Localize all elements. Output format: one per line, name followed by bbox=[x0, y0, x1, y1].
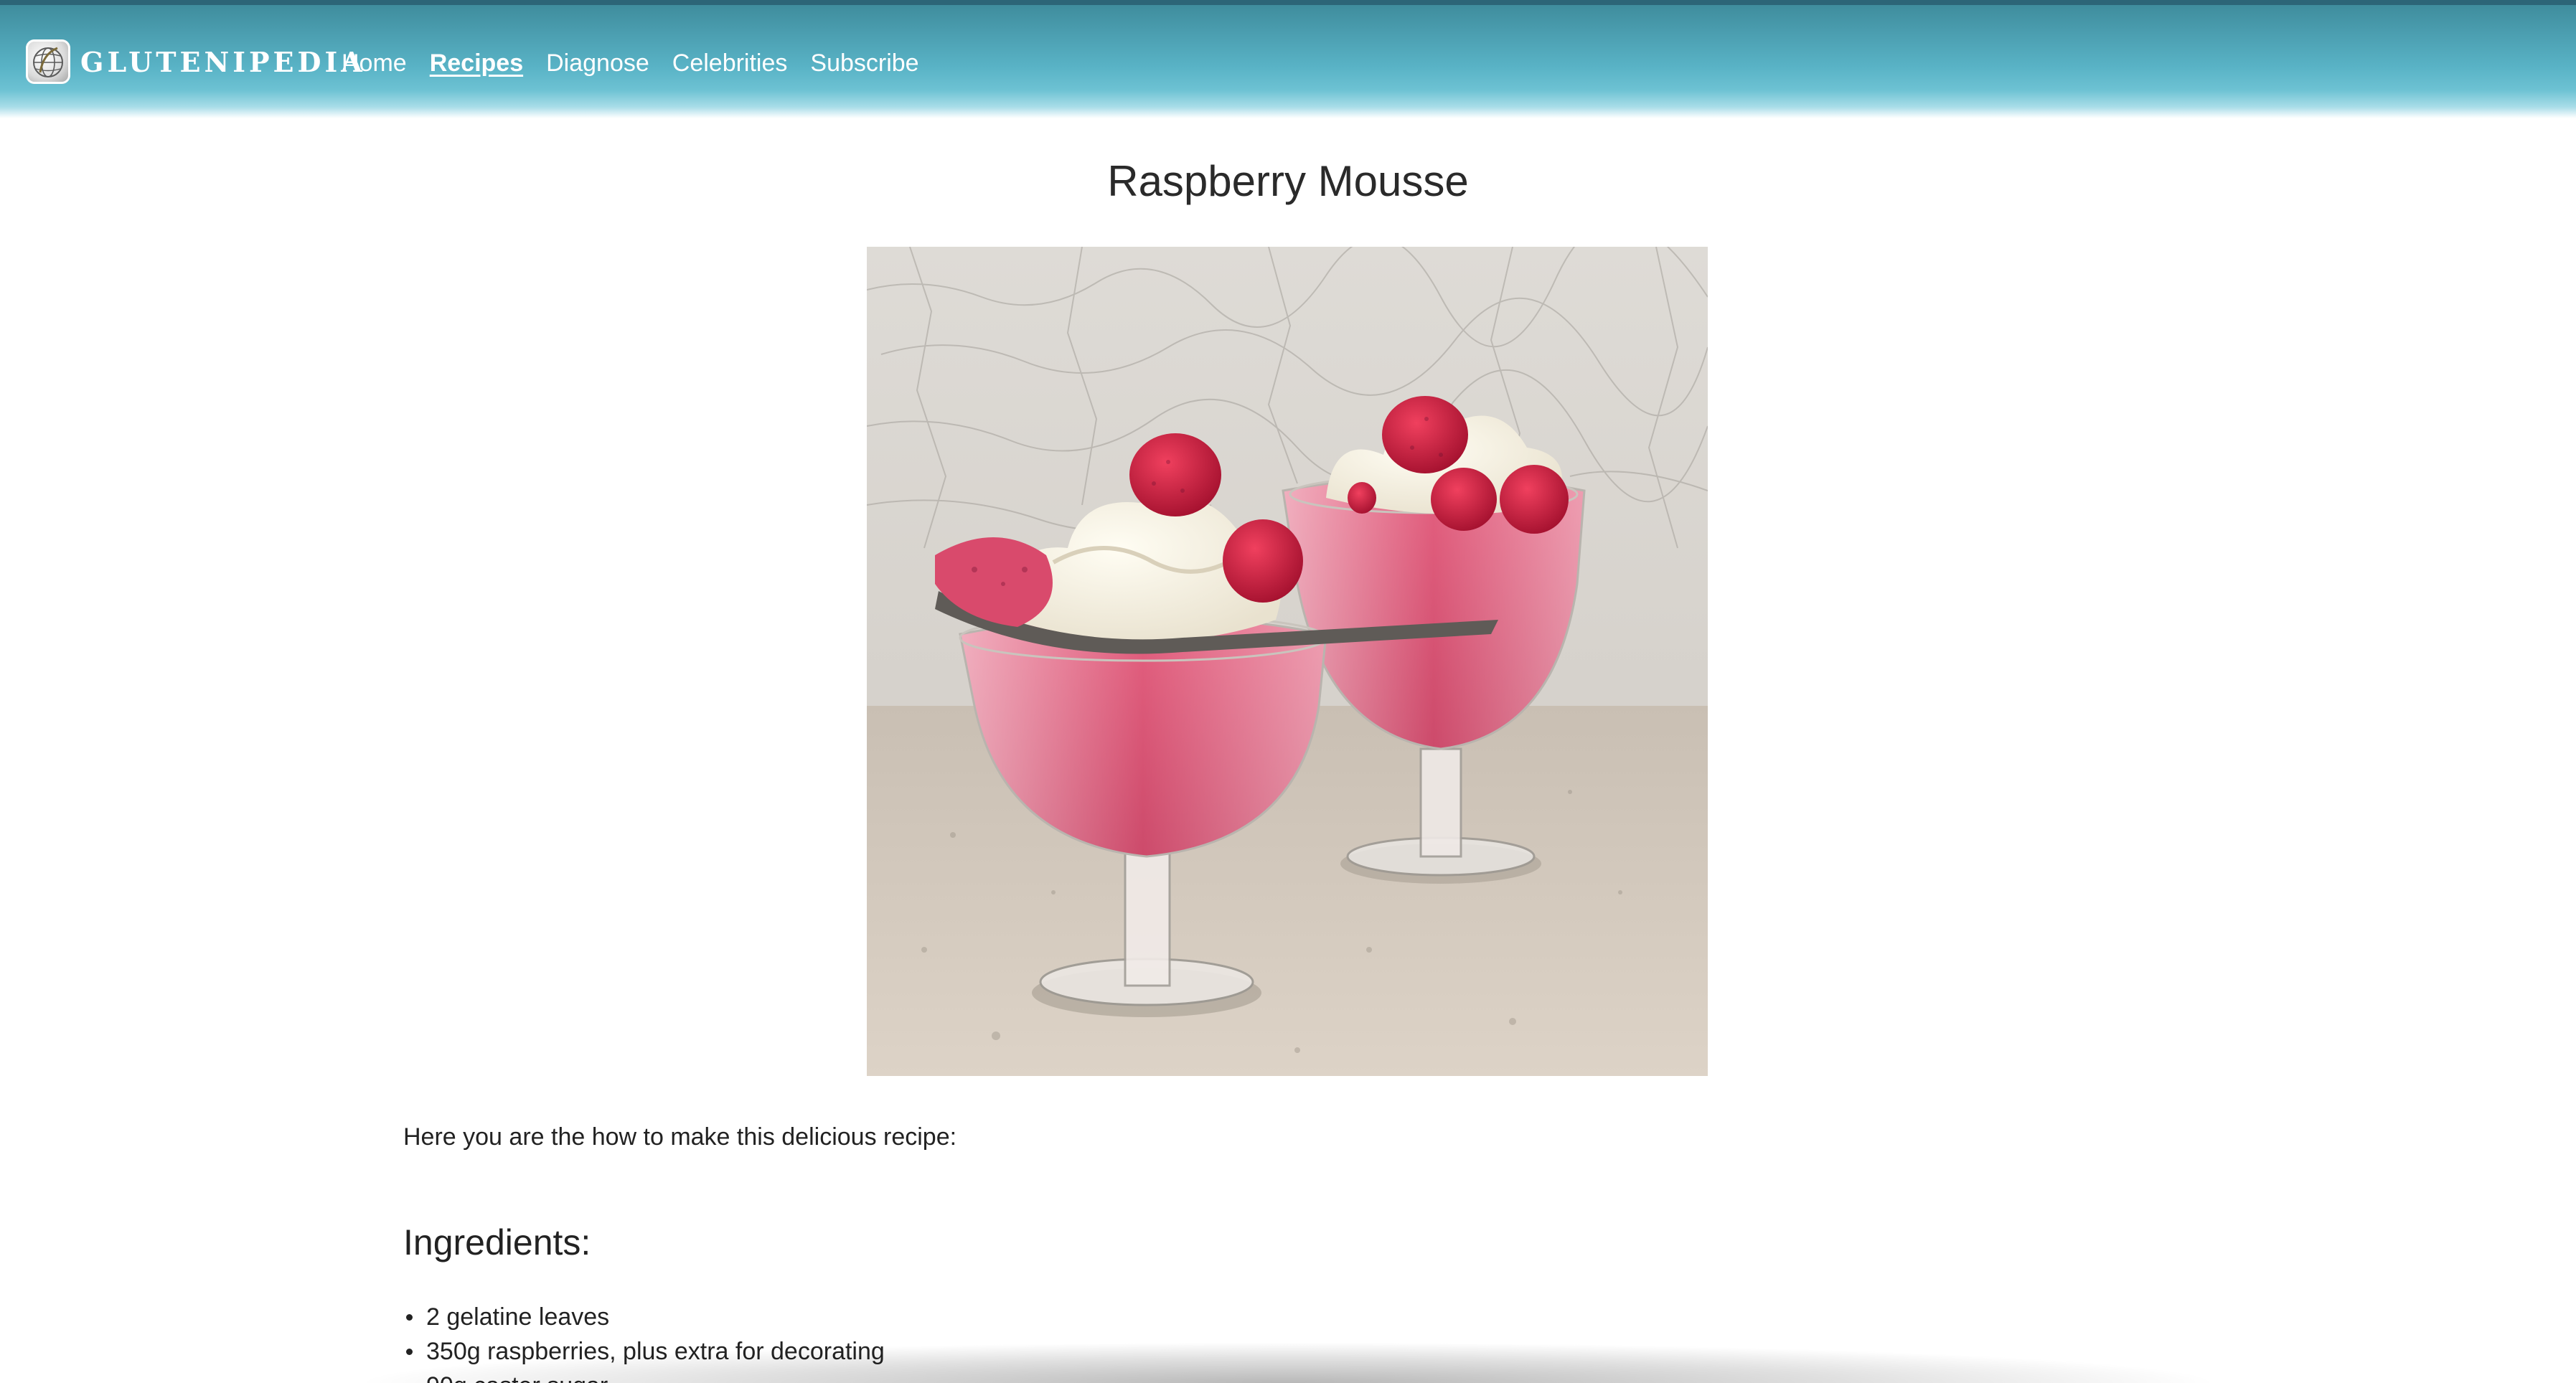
list-item: 90g caster sugar bbox=[403, 1369, 885, 1383]
recipe-image bbox=[867, 247, 1708, 1076]
nav-celebrities[interactable]: Celebrities bbox=[672, 49, 788, 77]
list-item: 2 gelatine leaves bbox=[403, 1300, 885, 1334]
ingredients-heading: Ingredients: bbox=[403, 1222, 591, 1262]
nav-recipes[interactable]: Recipes bbox=[430, 49, 523, 77]
ingredients-list: 2 gelatine leaves 350g raspberries, plus… bbox=[403, 1300, 885, 1383]
page-title: Raspberry Mousse bbox=[1107, 157, 1469, 205]
page: GluteniPedia Home Recipes Diagnose Celeb… bbox=[0, 0, 2576, 1383]
globe-icon bbox=[26, 39, 70, 84]
logo-text: GluteniPedia bbox=[80, 45, 366, 78]
viewport-bottom-shadow bbox=[0, 1341, 2576, 1383]
header-top-border bbox=[0, 0, 2576, 5]
site-logo[interactable]: GluteniPedia bbox=[26, 39, 366, 84]
list-item: 350g raspberries, plus extra for decorat… bbox=[403, 1334, 885, 1369]
recipe-intro: Here you are the how to make this delici… bbox=[403, 1123, 957, 1151]
nav-subscribe[interactable]: Subscribe bbox=[810, 49, 918, 77]
main-nav: Home Recipes Diagnose Celebrities Subscr… bbox=[342, 49, 942, 77]
nav-diagnose[interactable]: Diagnose bbox=[546, 49, 649, 77]
nav-home[interactable]: Home bbox=[342, 49, 407, 77]
site-header: GluteniPedia Home Recipes Diagnose Celeb… bbox=[0, 5, 2576, 118]
